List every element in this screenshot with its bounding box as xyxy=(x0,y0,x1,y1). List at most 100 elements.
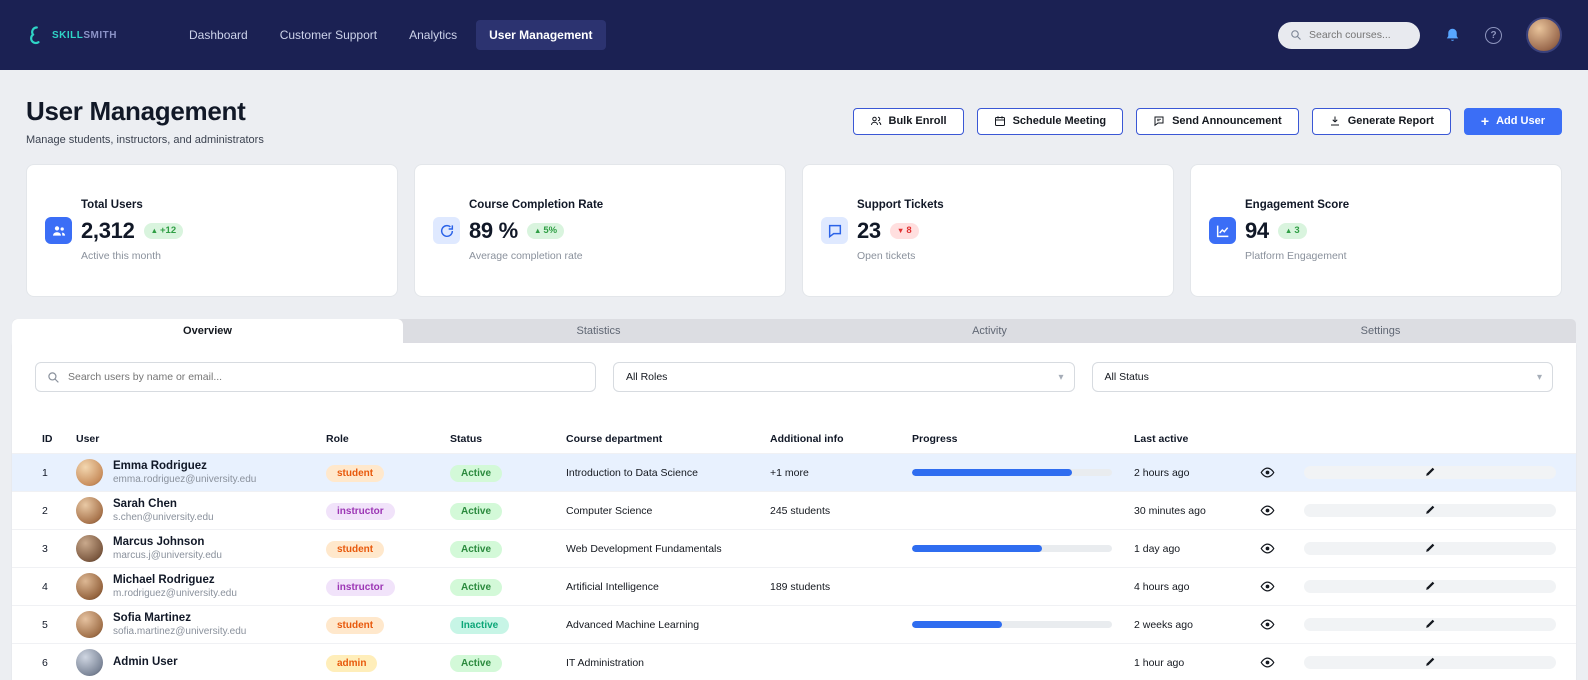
pencil-icon xyxy=(1425,543,1434,552)
header-department: Course department xyxy=(566,433,663,445)
tab-settings[interactable]: Settings xyxy=(1185,319,1576,343)
view-button[interactable] xyxy=(1260,655,1304,670)
stat-value: 89 % xyxy=(469,217,518,243)
user-name: Michael Rodriguez xyxy=(113,574,215,586)
arrow-up-icon: ▲ xyxy=(150,226,158,235)
stat-label: Engagement Score xyxy=(1245,199,1350,211)
bulk-enroll-users-icon xyxy=(870,116,881,126)
search-icon xyxy=(48,371,59,383)
view-button[interactable] xyxy=(1260,465,1304,480)
pencil-icon xyxy=(1425,619,1434,628)
user-name: Marcus Johnson xyxy=(113,536,205,548)
header-last-active: Last active xyxy=(1134,433,1189,445)
role-filter-select[interactable]: All Roles ▾ xyxy=(613,362,1075,392)
view-button[interactable] xyxy=(1260,617,1304,632)
edit-button[interactable] xyxy=(1304,542,1556,555)
bell-icon xyxy=(1446,28,1459,41)
bulk-enroll-label: Bulk Enroll xyxy=(888,115,947,127)
table-row[interactable]: 3 Marcus Johnson marcus.j@university.edu… xyxy=(12,529,1576,567)
table-row[interactable]: 2 Sarah Chen s.chen@university.edu instr… xyxy=(12,491,1576,529)
delta-badge: ▲ 3 xyxy=(1277,222,1307,239)
navbar-search-input[interactable] xyxy=(1309,29,1408,41)
edit-button[interactable] xyxy=(1304,504,1556,517)
user-email: marcus.j@university.edu xyxy=(113,550,222,561)
user-search[interactable] xyxy=(35,362,596,392)
table-row[interactable]: 5 Sofia Martinez sofia.martinez@universi… xyxy=(12,605,1576,643)
navbar-search[interactable] xyxy=(1278,21,1420,49)
view-button[interactable] xyxy=(1260,503,1304,518)
tab-overview[interactable]: Overview xyxy=(12,319,403,343)
stat-label: Total Users xyxy=(81,199,143,211)
status-filter-select[interactable]: All Status ▾ xyxy=(1091,362,1553,392)
add-user-label: Add User xyxy=(1496,115,1545,127)
eye-icon xyxy=(1260,619,1275,630)
stat-card-support-tickets: Support Tickets 23 ▼ 8 Open tickets xyxy=(802,164,1174,297)
role-filter-value: All Roles xyxy=(626,371,668,383)
stat-value: 94 xyxy=(1245,217,1269,243)
role-badge: student xyxy=(326,465,385,482)
stat-card-engagement-score: Engagement Score 94 ▲ 3 Platform Engageme… xyxy=(1190,164,1562,297)
stat-caption: Average completion rate xyxy=(469,250,583,262)
avatar xyxy=(76,459,103,486)
table-row[interactable]: 6 Admin User admin Active IT Administrat… xyxy=(12,643,1576,680)
user-avatar[interactable] xyxy=(1526,17,1562,53)
progress-bar xyxy=(912,621,1112,628)
nav-item-user-management[interactable]: User Management xyxy=(476,20,606,50)
refresh-icon xyxy=(433,217,460,244)
view-button[interactable] xyxy=(1260,579,1304,594)
status-filter-value: All Status xyxy=(1104,371,1149,383)
users-table: ID User Role Status Course department Ad… xyxy=(12,425,1576,680)
course-department: Advanced Machine Learning xyxy=(566,618,700,631)
last-active: 1 day ago xyxy=(1134,542,1181,555)
notifications-button[interactable] xyxy=(1444,27,1461,44)
tab-statistics[interactable]: Statistics xyxy=(403,319,794,343)
course-department: IT Administration xyxy=(566,656,645,669)
stat-label: Support Tickets xyxy=(857,199,944,211)
progress-bar xyxy=(912,545,1112,552)
nav-item-analytics[interactable]: Analytics xyxy=(396,20,470,50)
tab-activity[interactable]: Activity xyxy=(794,319,1185,343)
additional-info: 189 students xyxy=(770,580,831,593)
bulk-enroll-button[interactable]: Bulk Enroll xyxy=(852,107,964,135)
delta-badge: ▲ 5% xyxy=(526,222,565,239)
overview-panel: All Roles ▾ All Status ▾ ID User Role St… xyxy=(12,343,1576,680)
generate-report-label: Generate Report xyxy=(1347,115,1434,127)
stat-caption: Platform Engagement xyxy=(1245,250,1347,262)
additional-info: 245 students xyxy=(770,504,831,517)
role-badge: student xyxy=(326,541,385,558)
plus-icon: + xyxy=(1480,113,1490,129)
last-active: 30 minutes ago xyxy=(1134,504,1206,517)
schedule-meeting-label: Schedule Meeting xyxy=(1012,115,1107,127)
role-badge: instructor xyxy=(326,579,395,596)
schedule-meeting-button[interactable]: Schedule Meeting xyxy=(976,107,1124,135)
status-badge: Active xyxy=(450,541,503,558)
send-announcement-label: Send Announcement xyxy=(1172,115,1282,127)
table-row[interactable]: 4 Michael Rodriguez m.rodriguez@universi… xyxy=(12,567,1576,605)
help-button[interactable]: ? xyxy=(1485,26,1502,44)
nav-item-dashboard[interactable]: Dashboard xyxy=(176,20,261,50)
edit-button[interactable] xyxy=(1304,580,1556,593)
status-badge: Active xyxy=(450,503,503,520)
filter-row: All Roles ▾ All Status ▾ xyxy=(12,343,1576,392)
generate-report-button[interactable]: Generate Report xyxy=(1311,107,1451,135)
user-search-input[interactable] xyxy=(68,371,584,383)
status-badge: Active xyxy=(450,579,503,596)
pencil-icon xyxy=(1425,581,1434,590)
add-user-button[interactable]: + Add User xyxy=(1463,107,1562,135)
course-department: Artificial Intelligence xyxy=(566,580,659,593)
user-name: Admin User xyxy=(113,655,178,668)
table-row[interactable]: 1 Emma Rodriguez emma.rodriguez@universi… xyxy=(12,453,1576,491)
avatar xyxy=(76,649,103,676)
user-name: Sarah Chen xyxy=(113,498,177,510)
nav-item-customer-support[interactable]: Customer Support xyxy=(267,20,390,50)
edit-button[interactable] xyxy=(1304,618,1556,631)
send-announcement-button[interactable]: Send Announcement xyxy=(1136,107,1299,135)
eye-icon xyxy=(1260,581,1275,592)
edit-button[interactable] xyxy=(1304,466,1556,479)
avatar xyxy=(76,611,103,638)
status-badge: Inactive xyxy=(450,617,510,634)
edit-button[interactable] xyxy=(1304,656,1556,669)
stats-row: Total Users 2,312 ▲ +12 Active this month… xyxy=(0,160,1588,297)
view-button[interactable] xyxy=(1260,541,1304,556)
eye-icon xyxy=(1260,657,1275,668)
